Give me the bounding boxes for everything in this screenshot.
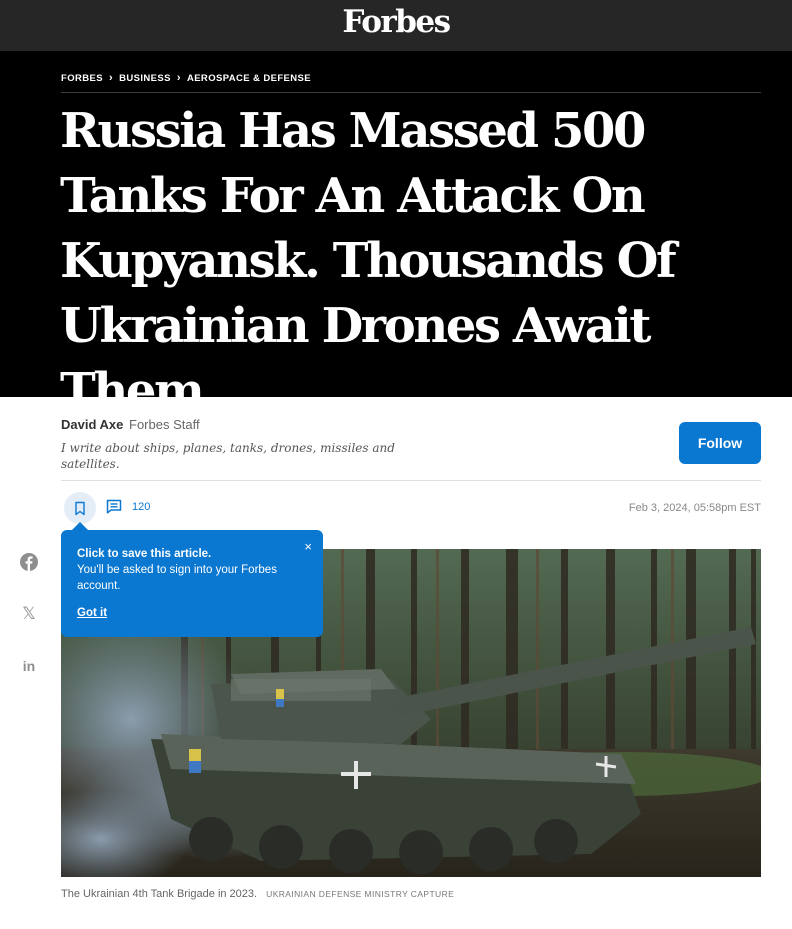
forbes-logo[interactable]: Forbes: [0, 4, 792, 40]
author-bio: I write about ships, planes, tanks, dron…: [61, 441, 395, 471]
comment-icon: [106, 499, 122, 514]
image-credit: UKRAINIAN DEFENSE MINISTRY CAPTURE: [266, 889, 455, 899]
article-headline: Russia Has Massed 500 Tanks For An Attac…: [60, 103, 677, 419]
facebook-share-button[interactable]: [17, 550, 41, 574]
breadcrumb-forbes[interactable]: FORBES: [61, 73, 103, 84]
tooltip-title: Click to save this article.: [77, 548, 212, 560]
linkedin-share-button[interactable]: in: [17, 654, 41, 678]
x-share-button[interactable]: 𝕏: [17, 602, 41, 626]
top-nav-bar: Forbes: [0, 0, 792, 51]
author-name[interactable]: David Axe: [61, 417, 123, 432]
breadcrumb-separator: ›: [109, 72, 114, 84]
image-caption: The Ukrainian 4th Tank Brigade in 2023. …: [61, 888, 454, 900]
facebook-icon: [20, 553, 38, 571]
save-article-button[interactable]: [64, 492, 96, 524]
tooltip-body: You'll be asked to sign into your Forbes…: [77, 564, 277, 592]
author-byline[interactable]: David Axe Forbes Staff: [61, 417, 200, 432]
header-divider: [61, 92, 761, 93]
linkedin-icon: in: [22, 658, 36, 674]
comments-button[interactable]: 120: [106, 499, 150, 514]
breadcrumb-business[interactable]: BUSINESS: [119, 73, 171, 84]
follow-button[interactable]: Follow: [679, 422, 761, 464]
breadcrumb-aerospace-defense[interactable]: AEROSPACE & DEFENSE: [187, 73, 311, 84]
breadcrumb: FORBES › BUSINESS › AEROSPACE & DEFENSE: [61, 72, 311, 84]
caption-text: The Ukrainian 4th Tank Brigade in 2023.: [61, 888, 258, 900]
got-it-button[interactable]: Got it: [77, 607, 107, 619]
close-icon[interactable]: ×: [304, 539, 312, 554]
save-article-tooltip: × Click to save this article. You'll be …: [61, 522, 323, 637]
breadcrumb-separator: ›: [176, 72, 181, 84]
publish-timestamp: Feb 3, 2024, 05:58pm EST: [628, 502, 761, 514]
article-header: FORBES › BUSINESS › AEROSPACE & DEFENSE …: [0, 51, 792, 419]
comment-count: 120: [132, 500, 151, 513]
bookmark-icon: [75, 501, 85, 515]
author-role: Forbes Staff: [129, 417, 200, 432]
x-icon: 𝕏: [22, 604, 36, 623]
meta-divider: [61, 480, 761, 481]
